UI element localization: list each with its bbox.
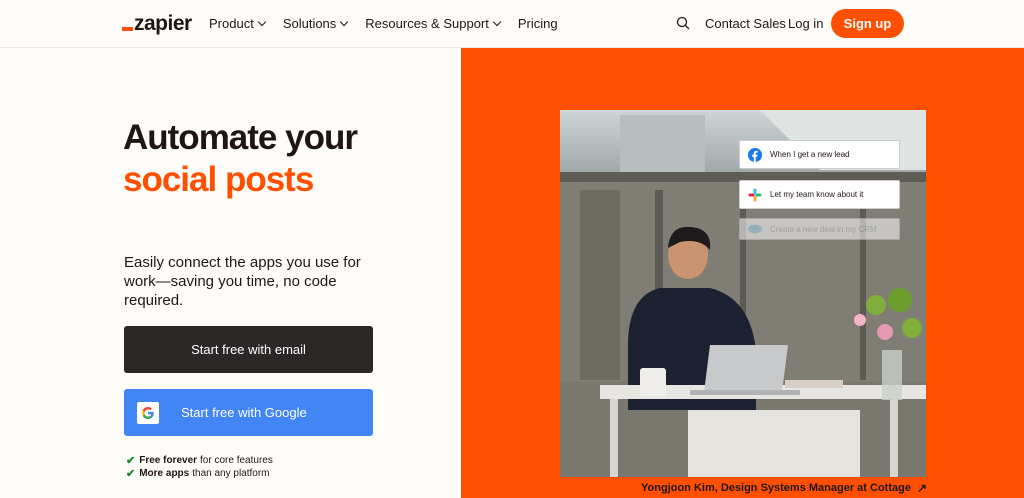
workflow-card-label: Let my team know about it (770, 190, 864, 199)
feature-more-apps: ✔ More apps than any platform (126, 467, 270, 480)
feature-free-forever: ✔ Free forever for core features (126, 454, 273, 467)
hero-headline: Automate your social posts (123, 117, 358, 201)
chevron-down-icon (257, 17, 267, 27)
arrow-up-right-icon: ↗ (916, 481, 928, 495)
workflow-card-trigger: When I get a new lead (739, 140, 900, 169)
check-icon: ✔ (126, 468, 136, 480)
search-icon[interactable] (676, 16, 690, 30)
nav-solutions[interactable]: Solutions (282, 16, 349, 31)
slack-icon (748, 188, 762, 202)
google-icon (137, 401, 159, 424)
salesforce-icon (748, 222, 762, 236)
start-free-email-button[interactable]: Start free with email (124, 326, 373, 373)
feature-rest: for core features (200, 455, 273, 466)
nav-pricing[interactable]: Pricing (518, 16, 558, 31)
workflow-card-action-2: Create a new deal in my CRM (739, 218, 900, 240)
check-icon: ✔ (126, 455, 136, 467)
feature-bold: More apps (139, 468, 190, 479)
workflow-card-action: Let my team know about it (739, 180, 900, 209)
workflow-card-label: When I get a new lead (770, 150, 850, 159)
workflow-card-label: Create a new deal in my CRM (770, 224, 877, 234)
hero-subtext: Easily connect the apps you use for work… (124, 254, 361, 309)
nav-links: Product Solutions Resources & Support Pr… (209, 16, 576, 31)
logo-dash (122, 27, 133, 31)
login-link[interactable]: Log in (788, 16, 823, 31)
chevron-down-icon (492, 17, 502, 27)
zapier-logo[interactable]: zapier (122, 12, 192, 36)
feature-rest: than any platform (192, 468, 270, 479)
photo-caption[interactable]: Yongjoon Kim, Design Systems Manager at … (641, 481, 927, 495)
headline-line2: social posts (123, 160, 314, 199)
logo-text: zapier (134, 12, 192, 35)
photo-caption-text: Yongjoon Kim, Design Systems Manager at … (641, 482, 911, 494)
google-button-label: Start free with Google (181, 405, 307, 420)
nav-pricing-label: Pricing (517, 16, 558, 31)
facebook-icon (748, 147, 762, 162)
headline-line1: Automate your (123, 118, 358, 157)
chevron-down-icon (340, 17, 349, 27)
start-free-google-button[interactable]: Start free with Google (124, 389, 373, 436)
nav-product-label: Product (209, 16, 254, 31)
nav-resources[interactable]: Resources & Support (365, 16, 502, 31)
feature-bold: Free forever (139, 455, 198, 466)
signup-button[interactable]: Sign up (831, 9, 904, 38)
nav-resources-label: Resources & Support (365, 16, 489, 31)
top-nav: zapier Product Solutions Resources & Sup… (0, 0, 1024, 48)
nav-product[interactable]: Product (209, 16, 267, 31)
contact-sales-link[interactable]: Contact Sales (705, 16, 786, 31)
nav-solutions-label: Solutions (282, 16, 337, 31)
